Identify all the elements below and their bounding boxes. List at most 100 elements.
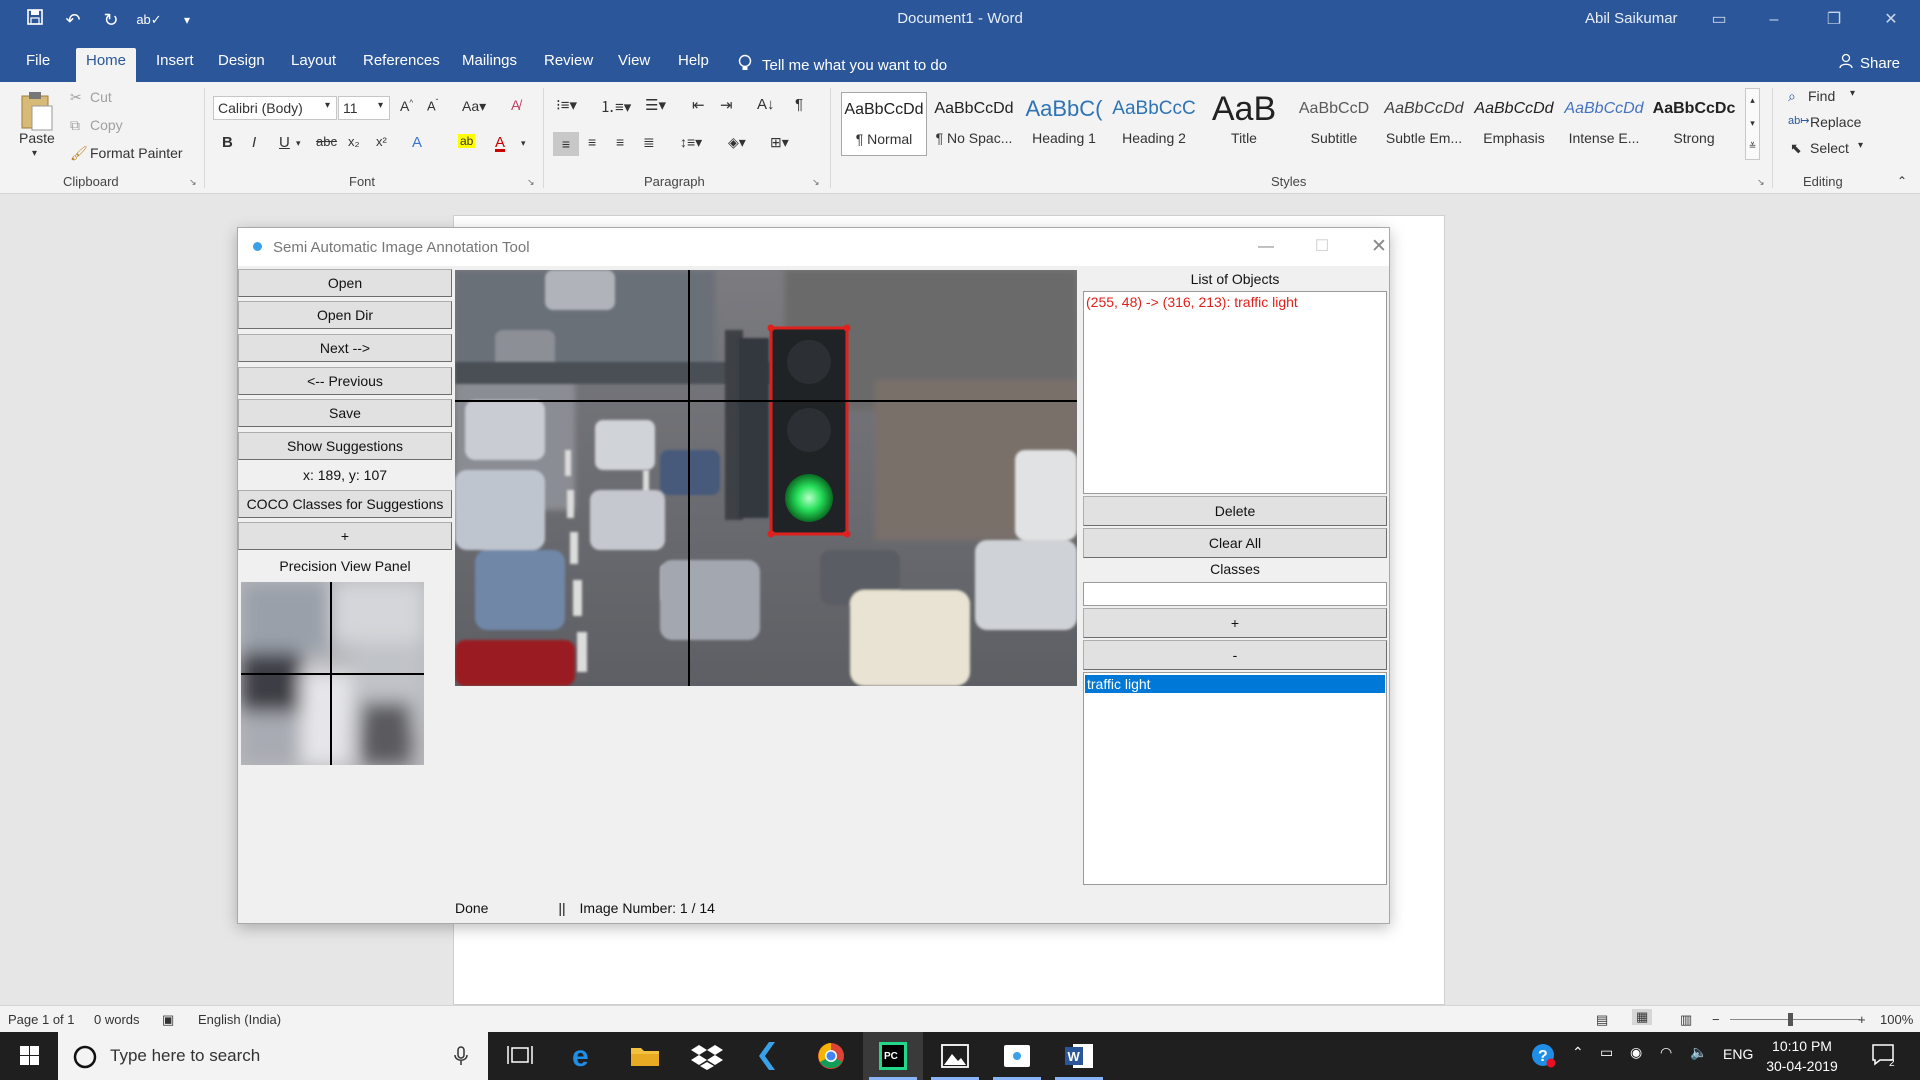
- borders-icon[interactable]: ⊞▾: [770, 134, 789, 151]
- share-button[interactable]: Share: [1838, 53, 1900, 73]
- styles-launcher-icon[interactable]: ↘: [1757, 177, 1765, 188]
- bold-icon[interactable]: B: [222, 134, 233, 151]
- maximize-icon[interactable]: ☐: [1299, 232, 1345, 262]
- change-case-icon[interactable]: Aa▾: [462, 98, 486, 115]
- underline-dropdown-icon[interactable]: ▾: [296, 138, 301, 149]
- save-button[interactable]: Save: [238, 399, 452, 427]
- subscript-icon[interactable]: x₂: [348, 134, 360, 149]
- chrome-icon[interactable]: [801, 1032, 861, 1080]
- visual-studio-code-icon[interactable]: [739, 1032, 799, 1080]
- read-mode-icon[interactable]: ▤: [1596, 1012, 1608, 1028]
- decrease-indent-icon[interactable]: ⇤: [692, 96, 705, 114]
- line-spacing-icon[interactable]: ↕≡▾: [680, 134, 702, 151]
- zoom-out-icon[interactable]: −: [1712, 1012, 1720, 1027]
- language-indicator[interactable]: English (India): [198, 1012, 281, 1027]
- style-strong[interactable]: AaBbCcDc Strong: [1651, 92, 1737, 156]
- shrink-font-icon[interactable]: Aˇ: [427, 98, 438, 113]
- cut-button[interactable]: Cut: [90, 89, 112, 105]
- clipboard-launcher-icon[interactable]: ↘: [189, 177, 197, 188]
- shading-icon[interactable]: ◈▾: [728, 134, 746, 151]
- remove-class-button[interactable]: -: [1083, 640, 1387, 670]
- replace-icon[interactable]: ab↦: [1788, 114, 1809, 127]
- file-explorer-icon[interactable]: [615, 1032, 675, 1080]
- minimize-icon[interactable]: –: [1745, 0, 1803, 40]
- font-family-select[interactable]: Calibri (Body): [213, 96, 337, 120]
- edge-icon[interactable]: e: [553, 1032, 613, 1080]
- multilevel-list-icon[interactable]: ☰▾: [645, 96, 666, 114]
- close-icon[interactable]: ✕: [1862, 0, 1920, 40]
- tab-mailings[interactable]: Mailings: [452, 48, 527, 82]
- italic-icon[interactable]: I: [252, 134, 256, 151]
- microphone-icon[interactable]: [454, 1046, 468, 1066]
- bullets-icon[interactable]: ⁝≡▾: [556, 96, 577, 114]
- sort-icon[interactable]: A↓: [757, 96, 775, 113]
- zoom-in-icon[interactable]: +: [1858, 1012, 1866, 1027]
- show-hidden-icons[interactable]: ⌃: [1572, 1044, 1584, 1061]
- numbering-icon[interactable]: ⒈≡▾: [600, 96, 631, 117]
- paste-button[interactable]: Paste: [19, 130, 55, 146]
- style-normal[interactable]: AaBbCcDd ¶ Normal: [841, 92, 927, 156]
- find-dropdown-icon[interactable]: ▾: [1850, 88, 1855, 99]
- grow-font-icon[interactable]: A^: [400, 98, 413, 114]
- style-intense-emphasis[interactable]: AaBbCcDd Intense E...: [1561, 92, 1647, 156]
- action-center-icon[interactable]: 2: [1870, 1042, 1900, 1071]
- open-dir-button[interactable]: Open Dir: [238, 301, 452, 329]
- page-count[interactable]: Page 1 of 1: [8, 1012, 75, 1027]
- select-icon[interactable]: ⬉: [1790, 140, 1802, 157]
- tab-references[interactable]: References: [353, 48, 450, 82]
- align-center-icon[interactable]: ≡: [588, 134, 596, 150]
- replace-button[interactable]: Replace: [1810, 114, 1861, 130]
- show-marks-icon[interactable]: ¶: [795, 96, 803, 113]
- align-left-icon[interactable]: ≡: [553, 132, 579, 156]
- battery-icon[interactable]: ▭: [1600, 1044, 1613, 1061]
- font-launcher-icon[interactable]: ↘: [527, 177, 535, 188]
- coco-classes-button[interactable]: COCO Classes for Suggestions: [238, 490, 452, 518]
- increase-indent-icon[interactable]: ⇥: [720, 96, 733, 114]
- font-color-icon[interactable]: A: [495, 134, 505, 151]
- find-button[interactable]: Find: [1808, 88, 1835, 104]
- zoom-slider-thumb[interactable]: [1788, 1013, 1793, 1026]
- copy-button[interactable]: Copy: [90, 117, 123, 133]
- user-name[interactable]: Abil Saikumar: [1585, 10, 1678, 27]
- photos-icon[interactable]: [925, 1032, 985, 1080]
- clear-formatting-icon[interactable]: A̸: [511, 97, 520, 113]
- styles-scroll[interactable]: ▴ ▾ ≚: [1745, 88, 1760, 160]
- copy-icon[interactable]: ⧉: [70, 117, 80, 134]
- taskbar-search[interactable]: Type here to search: [58, 1032, 488, 1080]
- tab-help[interactable]: Help: [668, 48, 719, 82]
- style-title[interactable]: AaB Title: [1201, 92, 1287, 156]
- style-no-spacing[interactable]: AaBbCcDd ¶ No Spac...: [931, 92, 1017, 156]
- zoom-level[interactable]: 100%: [1880, 1012, 1913, 1027]
- align-right-icon[interactable]: ≡: [616, 134, 624, 150]
- next-button[interactable]: Next -->: [238, 334, 452, 362]
- style-subtle-emphasis[interactable]: AaBbCcDd Subtle Em...: [1381, 92, 1467, 156]
- tab-insert[interactable]: Insert: [146, 48, 204, 82]
- zoom-slider[interactable]: [1730, 1019, 1860, 1020]
- help-icon[interactable]: ?: [1530, 1042, 1556, 1071]
- restore-icon[interactable]: ❐: [1805, 0, 1863, 40]
- objects-listbox[interactable]: (255, 48) -> (316, 213): traffic light: [1083, 291, 1387, 494]
- network-icon[interactable]: ◠: [1660, 1044, 1672, 1061]
- style-emphasis[interactable]: AaBbCcDd Emphasis: [1471, 92, 1557, 156]
- tab-view[interactable]: View: [608, 48, 660, 82]
- input-language[interactable]: ENG: [1723, 1046, 1753, 1062]
- list-item[interactable]: (255, 48) -> (316, 213): traffic light: [1084, 292, 1386, 312]
- strikethrough-icon[interactable]: abc: [316, 134, 337, 149]
- justify-icon[interactable]: ≣: [643, 134, 655, 151]
- find-icon[interactable]: ⌕: [1788, 88, 1796, 105]
- web-layout-icon[interactable]: ▥: [1680, 1012, 1692, 1028]
- add-class-button[interactable]: +: [1083, 608, 1387, 638]
- classes-listbox[interactable]: traffic light: [1083, 672, 1387, 885]
- proofing-icon[interactable]: ▣: [162, 1012, 174, 1028]
- select-button[interactable]: Select: [1810, 140, 1849, 156]
- volume-icon[interactable]: 🔈: [1690, 1044, 1707, 1061]
- list-item[interactable]: traffic light: [1085, 675, 1385, 693]
- tab-design[interactable]: Design: [208, 48, 275, 82]
- ribbon-display-icon[interactable]: ▭: [1690, 0, 1748, 40]
- windows-start-icon[interactable]: [0, 1032, 58, 1080]
- close-icon[interactable]: ✕: [1356, 232, 1402, 262]
- font-size-dropdown-icon[interactable]: ▾: [378, 100, 383, 111]
- image-canvas[interactable]: [455, 270, 1077, 686]
- highlight-icon[interactable]: ab: [458, 134, 476, 148]
- font-family-dropdown-icon[interactable]: ▾: [325, 100, 330, 111]
